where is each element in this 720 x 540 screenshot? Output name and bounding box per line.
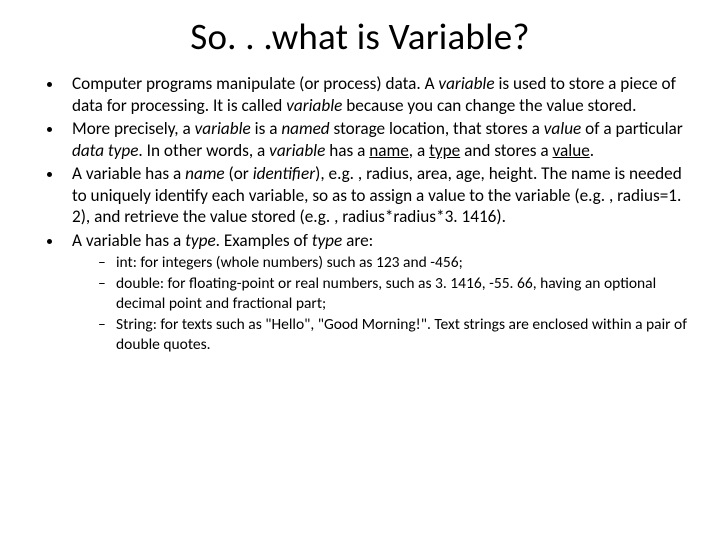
underline-type: type — [429, 140, 460, 161]
text: storage location, that stores a — [330, 118, 544, 139]
italic-variable: variable — [269, 140, 325, 161]
text: (or — [225, 163, 253, 184]
italic-named: named — [281, 118, 329, 139]
text: Computer programs manipulate (or process… — [72, 73, 438, 94]
italic-variable: variable — [286, 95, 342, 116]
text: of a particular — [581, 118, 683, 139]
text: has a — [325, 140, 369, 161]
text: , a — [409, 140, 429, 161]
italic-type: type — [312, 230, 343, 251]
slide-title: So. . .what is Variable? — [30, 14, 690, 59]
bullet-3: A variable has a name (or identifier), e… — [64, 163, 690, 228]
sub-bullet-int: int: for integers (whole numbers) such a… — [102, 253, 690, 272]
bullet-1: Computer programs manipulate (or process… — [64, 73, 690, 116]
italic-value: value — [544, 118, 582, 139]
text: A variable has a — [72, 163, 185, 184]
italic-type: type — [185, 230, 216, 251]
bullet-4: A variable has a type. Examples of type … — [64, 230, 690, 354]
sub-bullet-string: String: for texts such as "Hello", "Good… — [102, 315, 690, 354]
text: and stores a — [460, 140, 552, 161]
text: . Examples of — [216, 230, 312, 251]
underline-name: name — [369, 140, 409, 161]
text: More precisely, a — [72, 118, 195, 139]
text: . — [590, 140, 594, 161]
bullet-list: Computer programs manipulate (or process… — [30, 73, 690, 354]
text: is a — [251, 118, 282, 139]
text: . In other words, a — [138, 140, 269, 161]
underline-value: value — [553, 140, 590, 161]
italic-identifier: identifier — [253, 163, 315, 184]
italic-variable: variable — [195, 118, 251, 139]
text: because you can change the value stored. — [342, 95, 636, 116]
sub-bullet-double: double: for floating-point or real numbe… — [102, 274, 690, 313]
text: are: — [342, 230, 373, 251]
slide: So. . .what is Variable? Computer progra… — [0, 0, 720, 540]
italic-name: name — [185, 163, 224, 184]
text: A variable has a — [72, 230, 185, 251]
italic-variable: variable — [438, 73, 494, 94]
sub-list: int: for integers (whole numbers) such a… — [72, 253, 690, 354]
italic-data-type: data type — [72, 140, 138, 161]
bullet-2: More precisely, a variable is a named st… — [64, 118, 690, 161]
